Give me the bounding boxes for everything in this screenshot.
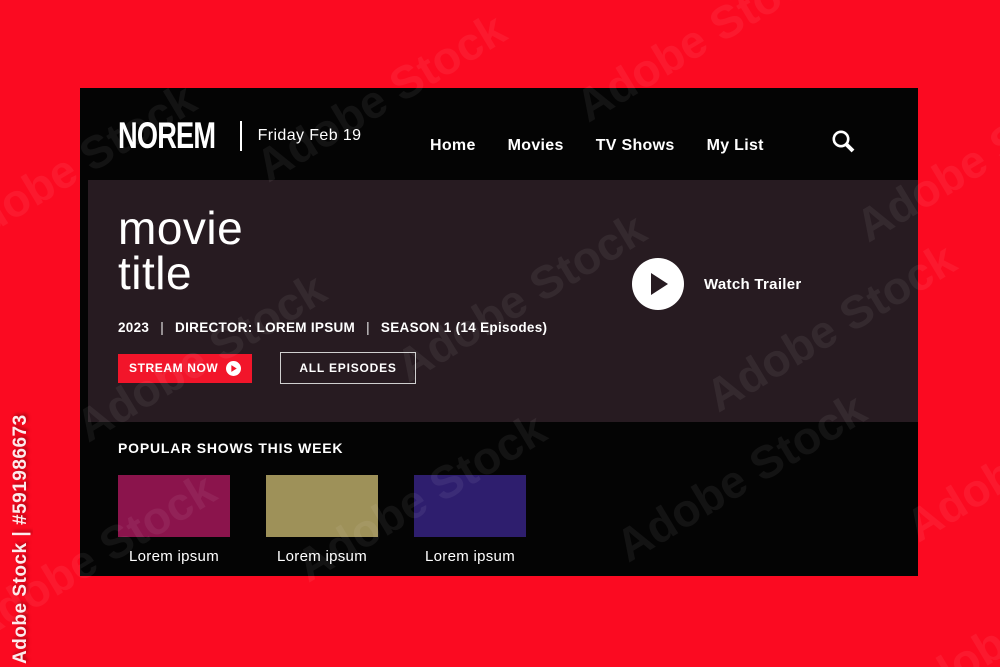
- all-episodes-button[interactable]: ALL EPISODES: [280, 352, 416, 384]
- show-thumbnail[interactable]: [266, 475, 378, 537]
- search-button[interactable]: [828, 126, 860, 158]
- play-icon: [651, 273, 668, 295]
- nav-item-movies[interactable]: Movies: [508, 137, 564, 155]
- show-thumbnail[interactable]: [414, 475, 526, 537]
- brand-row: NOREM Friday Feb 19: [118, 115, 362, 157]
- hero-banner: movie title 2023 | DIRECTOR: LOREM IPSUM…: [88, 180, 918, 422]
- show-card[interactable]: Lorem ipsum: [118, 475, 230, 565]
- show-thumbnail[interactable]: [118, 475, 230, 537]
- popular-shows-heading: POPULAR SHOWS THIS WEEK: [118, 440, 344, 456]
- search-icon: [832, 130, 855, 153]
- movie-season: SEASON 1 (14 Episodes): [380, 320, 548, 335]
- nav-item-tv-shows[interactable]: TV Shows: [596, 137, 675, 155]
- show-card-label: Lorem ipsum: [425, 548, 515, 565]
- watch-trailer-label: Watch Trailer: [704, 275, 802, 293]
- brand-logo[interactable]: NOREM: [118, 115, 216, 157]
- movie-meta: 2023 | DIRECTOR: LOREM IPSUM | SEASON 1 …: [118, 320, 547, 335]
- trailer-block: Watch Trailer: [632, 258, 802, 310]
- main-nav: Home Movies TV Shows My List: [430, 137, 764, 155]
- movie-title-line1: movie: [118, 202, 244, 254]
- movie-title: movie title: [118, 202, 244, 299]
- brand-separator: [239, 121, 242, 151]
- stream-now-label: STREAM NOW: [129, 361, 219, 375]
- header-date: Friday Feb 19: [257, 127, 362, 144]
- nav-item-home[interactable]: Home: [430, 137, 476, 155]
- movie-year: 2023: [118, 320, 150, 335]
- cta-row: STREAM NOW ALL EPISODES: [118, 352, 416, 384]
- watermark-credit: Adobe Stock | #591986673: [10, 414, 31, 664]
- stream-now-button[interactable]: STREAM NOW: [118, 353, 253, 383]
- popular-shows-row: Lorem ipsum Lorem ipsum Lorem ipsum: [118, 475, 526, 565]
- show-card-label: Lorem ipsum: [129, 548, 219, 565]
- movie-director: DIRECTOR: LOREM IPSUM: [175, 320, 356, 335]
- nav-item-my-list[interactable]: My List: [707, 137, 764, 155]
- meta-separator: |: [366, 320, 370, 335]
- show-card-label: Lorem ipsum: [277, 548, 367, 565]
- meta-separator: |: [160, 320, 165, 335]
- show-card[interactable]: Lorem ipsum: [414, 475, 526, 565]
- stock-image-frame: Adobe Stock Adobe Stock Adobe Stock Adob…: [0, 0, 1000, 667]
- streaming-app-window: NOREM Friday Feb 19 Home Movies TV Shows…: [80, 88, 918, 576]
- movie-title-line2: title: [118, 247, 193, 299]
- watch-trailer-play-button[interactable]: [632, 258, 684, 310]
- play-icon: [226, 360, 242, 376]
- app-header: NOREM Friday Feb 19 Home Movies TV Shows…: [80, 88, 918, 180]
- show-card[interactable]: Lorem ipsum: [266, 475, 378, 565]
